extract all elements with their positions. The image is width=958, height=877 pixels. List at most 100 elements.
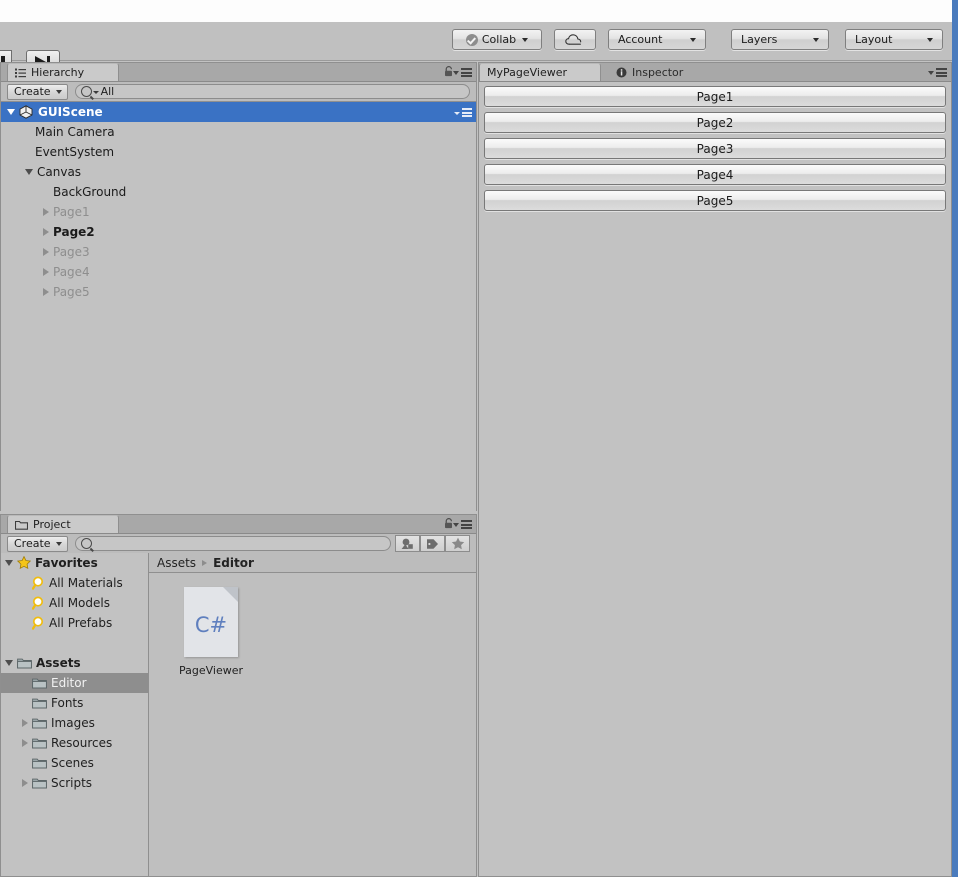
chevron-down-icon (453, 523, 459, 528)
project-item-editor[interactable]: Editor (1, 673, 148, 693)
search-icon (31, 576, 46, 590)
chevron-down-icon (55, 541, 62, 546)
expand-arrow-icon[interactable] (5, 660, 13, 666)
hierarchy-options-menu[interactable] (453, 68, 472, 79)
tab-mypageviewer[interactable]: MyPageViewer (479, 63, 601, 81)
collapse-arrow-icon[interactable] (43, 208, 49, 216)
viewer-body: Page1 Page2 Page3 Page4 Page5 (479, 82, 951, 876)
search-icon (31, 596, 46, 610)
page-button-3[interactable]: Page3 (484, 138, 946, 159)
project-item-all-materials[interactable]: All Materials (1, 573, 148, 593)
collapse-arrow-icon[interactable] (22, 719, 28, 727)
chevron-down-icon (927, 37, 933, 42)
viewer-panel: MyPageViewer Inspector Page1 Page2 Page3 Pa… (478, 62, 952, 877)
project-item-scripts[interactable]: Scripts (1, 773, 148, 793)
project-item-all-prefabs[interactable]: All Prefabs (1, 613, 148, 633)
project-item-label: All Models (49, 596, 110, 610)
viewer-tabbar: MyPageViewer Inspector (479, 63, 951, 82)
hierarchy-tabbar: Hierarchy (1, 63, 476, 82)
expand-arrow-icon[interactable] (5, 560, 13, 566)
hierarchy-item-page1[interactable]: Page1 (1, 202, 476, 222)
label-filter-icon (427, 538, 438, 549)
project-item-images[interactable]: Images (1, 713, 148, 733)
project-options-menu[interactable] (453, 520, 472, 531)
chevron-down-icon (454, 111, 460, 115)
project-item-label: Favorites (35, 556, 98, 570)
hierarchy-item-page3[interactable]: Page3 (1, 242, 476, 262)
project-create-button[interactable]: Create (7, 535, 68, 552)
project-tabbar: Project (1, 515, 476, 534)
cloud-services-button[interactable] (554, 29, 596, 50)
hierarchy-item-label: Page4 (53, 265, 90, 279)
hierarchy-icon (15, 68, 26, 78)
tab-inspector[interactable]: Inspector (609, 63, 692, 81)
asset-filter-button[interactable] (395, 535, 420, 552)
page-button-1[interactable]: Page1 (484, 86, 946, 107)
collapse-arrow-icon[interactable] (22, 779, 28, 787)
project-item-scenes[interactable]: Scenes (1, 753, 148, 773)
hierarchy-create-button[interactable]: Create (7, 83, 68, 100)
layout-dropdown[interactable]: Layout (845, 29, 943, 50)
project-item-all-models[interactable]: All Models (1, 593, 148, 613)
collapse-arrow-icon[interactable] (43, 288, 49, 296)
project-item-label: Resources (51, 736, 113, 750)
viewer-options-menu[interactable] (928, 68, 947, 79)
project-item-label: All Prefabs (49, 616, 113, 630)
hierarchy-item-page4[interactable]: Page4 (1, 262, 476, 282)
project-item-label: All Materials (49, 576, 123, 590)
scene-context-menu[interactable] (454, 108, 472, 119)
hierarchy-search-input[interactable]: All (74, 84, 470, 99)
hierarchy-item-guiscene[interactable]: GUIScene (1, 102, 476, 122)
hierarchy-item-page5[interactable]: Page5 (1, 282, 476, 302)
hierarchy-item-label: Page1 (53, 205, 90, 219)
layers-dropdown[interactable]: Layers (731, 29, 829, 50)
project-item-resources[interactable]: Resources (1, 733, 148, 753)
hierarchy-item-page2[interactable]: Page2 (1, 222, 476, 242)
tab-project[interactable]: Project (7, 515, 119, 533)
hierarchy-item-label: Main Camera (35, 125, 115, 139)
project-item-assets[interactable]: Assets (1, 653, 148, 673)
hierarchy-item-background[interactable]: BackGround (1, 182, 476, 202)
collapse-arrow-icon[interactable] (22, 739, 28, 747)
collab-label: Collab (481, 33, 517, 46)
page-button-2[interactable]: Page2 (484, 112, 946, 133)
breadcrumb-separator-icon (202, 559, 208, 566)
asset-label: PageViewer (178, 664, 244, 677)
layout-label: Layout (855, 33, 893, 46)
hierarchy-item-main-camera[interactable]: Main Camera (1, 122, 476, 142)
asset-grid[interactable]: C# PageViewer (149, 573, 476, 677)
project-search-input[interactable] (74, 536, 391, 551)
account-button[interactable]: Account (608, 29, 706, 50)
chevron-down-icon (690, 37, 696, 42)
expand-arrow-icon[interactable] (7, 109, 15, 115)
page-button-5[interactable]: Page5 (484, 190, 946, 211)
project-item-favorites[interactable]: Favorites (1, 553, 148, 573)
search-icon (80, 538, 92, 549)
collapse-arrow-icon[interactable] (43, 228, 49, 236)
expand-arrow-icon[interactable] (25, 169, 33, 175)
tab-inspector-label: Inspector (632, 65, 684, 79)
tab-hierarchy[interactable]: Hierarchy (7, 63, 119, 81)
project-panel: Project Create Favorites All Materials A… (0, 514, 477, 877)
csharp-badge: C# (194, 613, 228, 637)
project-item-fonts[interactable]: Fonts (1, 693, 148, 713)
collapse-arrow-icon[interactable] (43, 268, 49, 276)
collab-button[interactable]: Collab (452, 29, 542, 50)
folder-icon (32, 777, 47, 789)
hierarchy-item-label: Canvas (37, 165, 82, 179)
unity-editor-window: Collab Account Layers Layout Hierarchy C… (0, 0, 958, 877)
csharp-script-icon: C# (184, 587, 238, 657)
breadcrumb-root[interactable]: Assets (157, 556, 196, 570)
project-folder-tree[interactable]: Favorites All Materials All Models All Pref… (1, 553, 149, 876)
favorite-filter-button[interactable] (445, 535, 470, 552)
hierarchy-tree[interactable]: GUIScene Main Camera EventSystem Canvas Back… (1, 102, 476, 511)
hierarchy-item-label: Page3 (53, 245, 90, 259)
collapse-arrow-icon[interactable] (43, 248, 49, 256)
hierarchy-item-canvas[interactable]: Canvas (1, 162, 476, 182)
label-filter-button[interactable] (420, 535, 445, 552)
asset-item[interactable]: C# PageViewer (167, 587, 255, 677)
hierarchy-item-label: BackGround (53, 185, 127, 199)
hierarchy-item-eventsystem[interactable]: EventSystem (1, 142, 476, 162)
page-button-4[interactable]: Page4 (484, 164, 946, 185)
title-bar-strip (0, 0, 952, 22)
